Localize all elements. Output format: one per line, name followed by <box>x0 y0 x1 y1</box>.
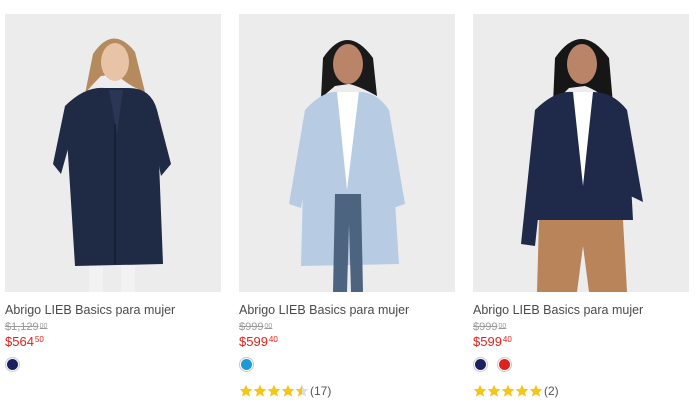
rating[interactable]: (2) <box>473 383 689 399</box>
old-price-cents: 00 <box>39 323 48 330</box>
rating[interactable]: (17) <box>239 383 455 399</box>
old-price-value: $1,129 <box>5 321 39 333</box>
old-price: $1,12900 <box>5 321 221 333</box>
star-icon <box>501 384 515 397</box>
old-price: $99900 <box>239 321 455 333</box>
star-rating <box>239 384 309 398</box>
star-icon <box>487 384 501 397</box>
product-card[interactable]: Abrigo LIEB Basics para mujer $99900 $59… <box>239 14 455 399</box>
old-price-cents: 00 <box>498 323 507 330</box>
color-swatches <box>5 357 221 373</box>
sale-price-cents: 50 <box>34 335 44 344</box>
sale-price-value: $599 <box>239 334 268 349</box>
star-icon <box>253 384 267 397</box>
color-swatch-red[interactable] <box>497 357 513 372</box>
sale-price: $56450 <box>5 334 221 349</box>
star-rating <box>473 384 543 398</box>
navy-jacket-model-photo <box>473 14 689 292</box>
product-card[interactable]: Abrigo LIEB Basics para mujer $99900 $59… <box>473 14 689 399</box>
sale-price-cents: 40 <box>502 335 512 344</box>
sale-price: $59940 <box>473 334 689 349</box>
star-icon <box>239 384 253 397</box>
product-title[interactable]: Abrigo LIEB Basics para mujer <box>5 303 221 317</box>
light-blue-coat-model-photo <box>239 14 455 292</box>
sale-price-cents: 40 <box>268 335 278 344</box>
review-count: (17) <box>310 384 332 398</box>
star-icon <box>473 384 487 397</box>
color-swatches <box>239 357 455 373</box>
star-icon <box>281 384 295 397</box>
product-title[interactable]: Abrigo LIEB Basics para mujer <box>473 303 689 317</box>
product-image[interactable] <box>5 14 221 292</box>
old-price-value: $999 <box>473 321 498 333</box>
product-title[interactable]: Abrigo LIEB Basics para mujer <box>239 303 455 317</box>
color-swatches <box>473 357 689 373</box>
star-icon <box>515 384 529 397</box>
star-icon <box>295 384 309 397</box>
navy-raincoat-model-photo <box>5 14 221 292</box>
sale-price-value: $564 <box>5 334 34 349</box>
color-swatch-navy[interactable] <box>5 357 20 372</box>
color-swatch-light-blue[interactable] <box>239 357 254 372</box>
sale-price: $59940 <box>239 334 455 349</box>
product-image[interactable] <box>239 14 455 292</box>
old-price-cents: 00 <box>264 323 273 330</box>
sale-price-value: $599 <box>473 334 502 349</box>
color-swatch-navy[interactable] <box>473 357 488 372</box>
star-icon <box>267 384 281 397</box>
product-card[interactable]: Abrigo LIEB Basics para mujer $1,12900 $… <box>5 14 221 373</box>
product-image[interactable] <box>473 14 689 292</box>
review-count: (2) <box>544 384 559 398</box>
old-price-value: $999 <box>239 321 264 333</box>
star-icon <box>529 384 543 397</box>
old-price: $99900 <box>473 321 689 333</box>
